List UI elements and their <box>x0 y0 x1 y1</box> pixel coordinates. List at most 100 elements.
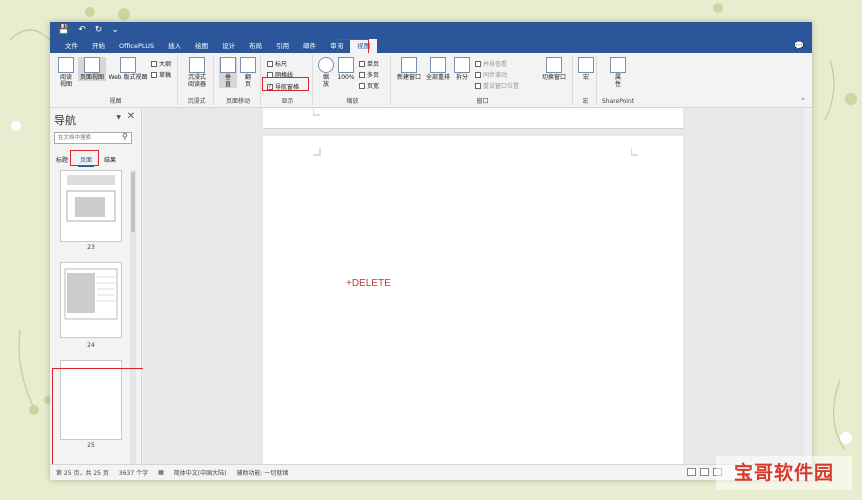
title-bar: 💾 ↶ ↻ ⌄ <box>50 22 812 39</box>
ruler-checkbox[interactable]: 标尺 <box>267 59 287 68</box>
tab-mailings[interactable]: 邮件 <box>296 39 323 53</box>
search-input[interactable] <box>54 132 132 144</box>
tab-officeplus[interactable]: OfficePLUS <box>112 39 161 53</box>
accessibility-status[interactable]: 辅助功能: 一切就绪 <box>236 468 288 477</box>
zoom-button[interactable]: 缩 放 <box>318 57 334 88</box>
document-area: +DELETE <box>143 108 812 464</box>
group-label-page-move: 页面移动 <box>225 98 250 105</box>
group-label-zoom: 缩放 <box>346 98 359 105</box>
multi-page-button[interactable]: 多页 <box>359 70 379 79</box>
macros-button[interactable]: 宏 <box>577 57 595 81</box>
group-views: 阅读 视图 页面视图 Web 版式视图 大纲 草稿 视图 <box>54 55 178 105</box>
current-page[interactable]: +DELETE <box>263 136 683 464</box>
tab-review[interactable]: 审阅 <box>323 39 350 53</box>
arrange-all-button[interactable]: 全部重排 <box>424 57 452 81</box>
watermark-logo: 宝哥软件园 <box>716 456 852 490</box>
side-by-side-button[interactable]: 并排查看 <box>475 59 507 68</box>
tab-view[interactable]: 视图 <box>350 39 378 53</box>
tab-layout[interactable]: 布局 <box>242 39 269 53</box>
thumbnail-label: 24 <box>87 342 95 349</box>
tab-references[interactable]: 引用 <box>269 39 296 53</box>
word-window: 💾 ↶ ↻ ⌄ 文件 开始 OfficePLUS 插入 绘图 设计 布局 引用 … <box>50 22 812 480</box>
print-layout-button[interactable]: 页面视图 <box>78 57 106 81</box>
tab-file[interactable]: 文件 <box>58 39 85 53</box>
group-label-views: 视图 <box>109 98 122 105</box>
web-layout-icon <box>120 57 136 73</box>
zoom-100-button[interactable]: 100% <box>336 57 356 81</box>
page-width-icon <box>359 82 365 89</box>
outline-icon <box>151 60 157 67</box>
vertical-icon <box>220 57 236 73</box>
zoom-100-icon <box>338 57 354 73</box>
crop-mark-icon <box>313 108 320 116</box>
tab-headings[interactable]: 标题 <box>54 154 70 167</box>
print-layout-icon <box>84 57 100 73</box>
sync-scroll-icon <box>475 71 481 78</box>
highlight-last-page <box>52 368 147 470</box>
page-width-button[interactable]: 页宽 <box>359 81 379 90</box>
focus-icon[interactable] <box>687 468 696 476</box>
document-scrollbar[interactable] <box>804 108 812 464</box>
crop-mark-icon <box>313 148 321 156</box>
scroll-thumb[interactable] <box>131 172 135 232</box>
search-icon[interactable]: ⚲ <box>122 132 128 141</box>
new-window-button[interactable]: 新建窗口 <box>395 57 423 81</box>
ribbon-tabs: 文件 开始 OfficePLUS 插入 绘图 设计 布局 引用 邮件 审阅 视图… <box>50 39 812 53</box>
group-label-immersive: 沉浸式 <box>187 98 206 105</box>
outline-button[interactable]: 大纲 <box>151 59 171 68</box>
word-count[interactable]: 3637 个字 <box>119 468 148 477</box>
tab-results[interactable]: 结果 <box>102 154 118 167</box>
one-page-button[interactable]: 单页 <box>359 59 379 68</box>
undo-icon[interactable]: ↶ <box>78 22 86 39</box>
redo-icon[interactable]: ↻ <box>95 22 103 39</box>
tab-design[interactable]: 设计 <box>215 39 242 53</box>
read-mode-icon <box>58 57 74 73</box>
read-mode-icon[interactable] <box>700 468 709 476</box>
status-bar: 第 25 页，共 25 页 3637 个字 ▦ 简体中文(中国大陆) 辅助功能:… <box>50 464 812 480</box>
arrange-all-icon <box>430 57 446 73</box>
save-icon[interactable]: 💾 <box>58 22 69 39</box>
tab-insert[interactable]: 插入 <box>161 39 188 53</box>
chevron-down-icon[interactable]: ▼ <box>116 114 121 121</box>
group-immersive: 沉浸式 阅读器 沉浸式 <box>180 55 214 105</box>
switch-windows-button[interactable]: 切换窗口 <box>537 57 571 81</box>
group-label-window: 窗口 <box>476 98 489 105</box>
web-layout-button[interactable]: Web 版式视图 <box>108 57 148 81</box>
thumbnail-content-icon <box>66 175 116 222</box>
group-label-sharepoint: SharePoint <box>601 98 635 105</box>
language[interactable]: 简体中文(中国大陆) <box>174 468 227 477</box>
proofing-icon[interactable]: ▦ <box>158 469 164 476</box>
group-label-macros: 宏 <box>582 98 589 105</box>
split-icon <box>454 57 470 73</box>
previous-page[interactable] <box>263 108 683 129</box>
new-window-icon <box>401 57 417 73</box>
side-by-side-icon <box>475 60 481 67</box>
multi-page-icon <box>359 71 365 78</box>
immersive-reader-button[interactable]: 沉浸式 阅读器 <box>183 57 211 88</box>
collapse-ribbon-icon[interactable]: ⌃ <box>800 97 806 105</box>
vertical-button[interactable]: 垂 直 <box>219 57 237 88</box>
split-button[interactable]: 拆分 <box>453 57 471 81</box>
reset-position-button[interactable]: 重设窗口位置 <box>475 81 519 90</box>
group-window: 新建窗口 全部重排 拆分 并排查看 同步滚动 重设窗口位置 切换窗口 窗口 <box>393 55 573 105</box>
group-page-move: 垂 直 翻 页 页面移动 <box>216 55 261 105</box>
tab-home[interactable]: 开始 <box>85 39 112 53</box>
comment-icon[interactable]: 💬 <box>794 41 804 50</box>
read-mode-button[interactable]: 阅读 视图 <box>56 57 76 88</box>
properties-button[interactable]: 属 性 <box>608 57 628 88</box>
thumbnail-content-icon <box>64 268 118 320</box>
macros-icon <box>578 57 594 73</box>
page-count[interactable]: 第 25 页，共 25 页 <box>56 468 109 477</box>
draft-button[interactable]: 草稿 <box>151 70 171 79</box>
immersive-reader-icon <box>189 57 205 73</box>
page-thumbnail[interactable] <box>60 170 122 242</box>
sync-scroll-button[interactable]: 同步滚动 <box>475 70 507 79</box>
group-zoom: 缩 放 100% 单页 多页 页宽 缩放 <box>315 55 391 105</box>
side-to-side-button[interactable]: 翻 页 <box>239 57 257 88</box>
more-icon[interactable]: ⌄ <box>111 22 119 39</box>
one-page-icon <box>359 60 365 67</box>
close-icon[interactable]: ✕ <box>127 111 135 122</box>
tab-draw[interactable]: 绘图 <box>188 39 215 53</box>
delete-instruction-text: +DELETE <box>346 278 391 289</box>
page-thumbnail[interactable] <box>60 262 122 338</box>
